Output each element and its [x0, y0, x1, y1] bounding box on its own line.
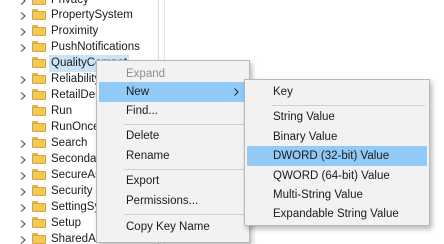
folder-icon [32, 169, 46, 180]
chevron-right-icon[interactable] [20, 236, 27, 244]
folder-icon [32, 137, 46, 148]
menu-item-permissions[interactable]: Permissions... [99, 191, 247, 211]
folder-icon [32, 73, 46, 84]
menu-item-export[interactable]: Export [99, 171, 247, 191]
submenu-item-qword-value[interactable]: QWORD (64-bit) Value [247, 166, 427, 186]
folder-icon [32, 217, 46, 228]
chevron-right-icon[interactable] [20, 172, 27, 180]
menu-item-new-label: New [126, 86, 150, 98]
chevron-right-icon[interactable] [20, 204, 27, 212]
menu-item-delete[interactable]: Delete [99, 126, 247, 146]
folder-icon [32, 201, 46, 212]
submenu-item-multi-string-value[interactable]: Multi-String Value [247, 185, 427, 205]
context-menu: Expand New Find... Delete Rename Export … [96, 60, 250, 243]
submenu-item-string-value[interactable]: String Value [247, 107, 427, 127]
chevron-right-icon[interactable] [20, 28, 27, 36]
chevron-right-icon[interactable] [20, 140, 27, 148]
folder-icon [32, 233, 46, 244]
submenu-item-key[interactable]: Key [247, 82, 427, 102]
menu-item-new[interactable]: New [99, 82, 247, 102]
chevron-right-icon[interactable] [20, 220, 27, 228]
menu-item-expand[interactable]: Expand [99, 64, 247, 84]
folder-icon [32, 25, 46, 36]
menu-separator [124, 124, 245, 125]
chevron-right-icon[interactable] [20, 92, 27, 100]
chevron-right-icon[interactable] [20, 76, 27, 84]
submenu-item-expandable-string-value[interactable]: Expandable String Value [247, 204, 427, 224]
folder-icon [32, 41, 46, 52]
chevron-right-icon[interactable] [20, 0, 27, 5]
submenu-item-dword-value[interactable]: DWORD (32-bit) Value [247, 146, 427, 166]
folder-icon [32, 0, 46, 5]
menu-item-find[interactable]: Find... [99, 101, 247, 121]
submenu-arrow-icon [234, 88, 239, 96]
menu-separator [272, 105, 425, 106]
menu-item-rename[interactable]: Rename [99, 146, 247, 166]
folder-icon [32, 153, 46, 164]
chevron-right-icon[interactable] [20, 156, 27, 164]
folder-icon [32, 89, 46, 100]
chevron-right-icon[interactable] [20, 188, 27, 196]
submenu-item-binary-value[interactable]: Binary Value [247, 127, 427, 147]
folder-icon [32, 185, 46, 196]
folder-icon [32, 121, 46, 132]
chevron-right-icon[interactable] [20, 12, 27, 20]
folder-icon [32, 105, 46, 116]
folder-icon [32, 9, 46, 20]
folder-icon [32, 57, 46, 68]
menu-separator [124, 214, 245, 215]
menu-separator [124, 169, 245, 170]
chevron-right-icon[interactable] [20, 44, 27, 52]
menu-item-copy-key-name[interactable]: Copy Key Name [99, 217, 247, 237]
new-submenu: Key String Value Binary Value DWORD (32-… [244, 79, 430, 226]
